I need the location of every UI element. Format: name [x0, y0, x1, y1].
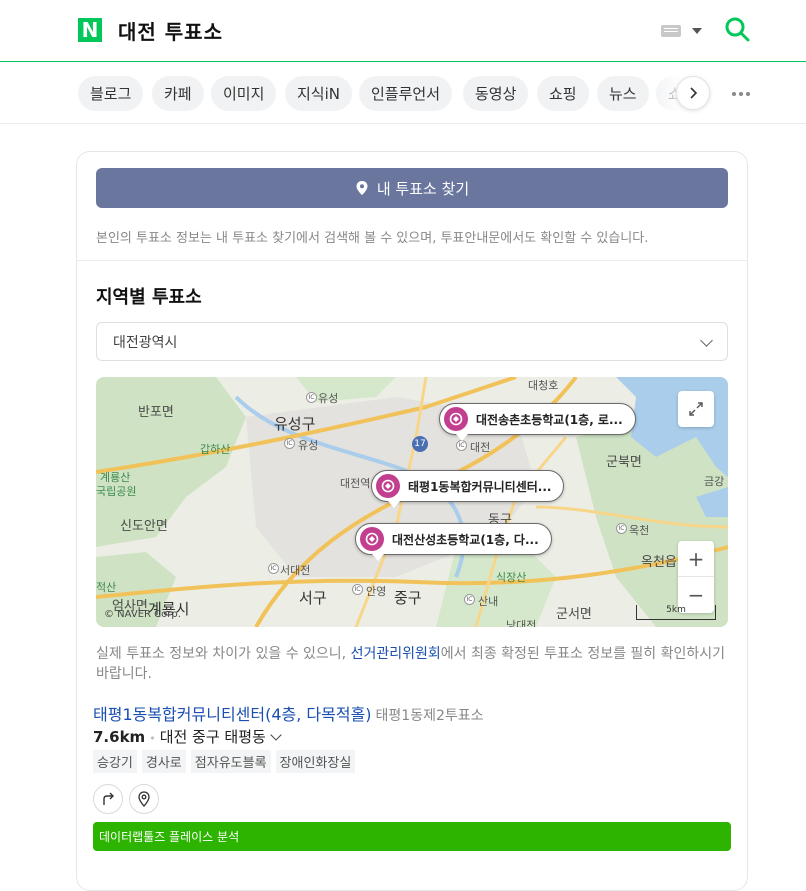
- result-title-link[interactable]: 태평1동복합커뮤니티센터(4층, 다목적홀): [93, 705, 372, 724]
- map-label-yuseong-ic: 유성: [318, 392, 339, 405]
- map-label-daejeon-ic: 대전: [470, 441, 491, 454]
- tab-influencer[interactable]: 인플루언서: [359, 76, 453, 111]
- more-options-icon[interactable]: [732, 92, 736, 96]
- vote-icon: [376, 474, 400, 498]
- map-pin-label: 대전송촌초등학교(1층, 로...: [476, 412, 623, 427]
- ic-icon: IC: [456, 440, 467, 451]
- tab-kin[interactable]: 지식iN: [285, 76, 352, 111]
- result-location-row[interactable]: 7.6km • 대전 중구 태평동: [93, 726, 282, 747]
- map-pin-label: 태평1동복합커뮤니티센터...: [408, 479, 552, 494]
- ic-icon: IC: [616, 523, 627, 534]
- map-label-seo-daejeon: 서대전: [280, 564, 311, 577]
- map-label-gunseo: 군서면: [556, 607, 592, 622]
- ic-icon: IC: [352, 584, 363, 595]
- tag-ramp: 경사로: [141, 750, 186, 773]
- map-label-gapha: 갑하산: [200, 443, 231, 456]
- map-label-geumgang: 금강: [704, 475, 725, 488]
- result-subtitle: 태평1동제2투표소: [375, 708, 484, 724]
- polling-station-map[interactable]: 반포면 유성구 IC 유성 IC 유성 갑하산 계룡산 국립공원 신도안면 IC…: [96, 377, 728, 627]
- tag-accessible-toilet: 장애인화장실: [275, 750, 356, 773]
- ic-icon: IC: [268, 563, 279, 574]
- map-label-gukrip: 국립공원: [96, 485, 137, 498]
- vote-icon: [360, 527, 384, 551]
- search-header: N 대전 투표소: [0, 0, 806, 62]
- map-scale: 5km: [636, 605, 716, 620]
- map-label-sikjang: 식장산: [496, 571, 527, 584]
- chevron-down-icon: [700, 334, 713, 347]
- tab-news[interactable]: 뉴스: [597, 76, 649, 111]
- map-label-okcheon-eup: 옥천읍: [641, 555, 677, 570]
- map-expand-button[interactable]: [678, 391, 714, 427]
- tab-image[interactable]: 이미지: [211, 76, 277, 111]
- zoom-in-button[interactable]: +: [678, 541, 714, 577]
- caret-down-icon[interactable]: [692, 28, 702, 34]
- map-label-sindoan: 신도안면: [120, 519, 168, 534]
- map-label-okcheon-ic: 옥천: [629, 524, 650, 537]
- chevron-down-icon: [270, 729, 282, 741]
- find-button-label: 내 투표소 찾기: [376, 179, 470, 198]
- map-label-anyeong: 안영: [366, 585, 387, 598]
- facility-tags: 승강기 경사로 점자유도블록 장애인화장실: [93, 750, 356, 773]
- map-label-daecheong: 대청호: [528, 379, 559, 392]
- map-location-button[interactable]: [129, 784, 159, 814]
- map-label-jeoksan: 적산: [96, 581, 117, 594]
- map-pin-sanseong[interactable]: 대전산성초등학교(1층, 다...: [355, 523, 552, 561]
- region-select[interactable]: 대전광역시: [96, 322, 728, 361]
- map-pin-label: 대전산성초등학교(1층, 다...: [392, 532, 539, 547]
- find-note: 본인의 투표소 정보는 내 투표소 찾기에서 검색해 볼 수 있으며, 투표안내…: [96, 231, 649, 246]
- result-address: 대전 중구 태평동: [159, 728, 266, 746]
- nec-link[interactable]: 선거관리위원회: [351, 646, 441, 662]
- map-label-banpo: 반포면: [138, 405, 174, 420]
- tab-blog[interactable]: 블로그: [78, 76, 144, 111]
- map-label-daejeon-station: 대전역: [340, 477, 371, 490]
- map-label-jung-gu: 중구: [394, 589, 422, 607]
- chevron-right-icon: [690, 87, 698, 99]
- location-pin-icon: [356, 181, 368, 195]
- map-label-yuseong-ic2: 유성: [298, 439, 319, 452]
- notice-before: 실제 투표소 정보와 차이가 있을 수 있으니,: [96, 646, 351, 662]
- location-pin-icon: [138, 791, 150, 807]
- ic-icon: IC: [284, 438, 295, 449]
- route-17-badge: 17: [412, 436, 428, 452]
- datalab-bar[interactable]: 데이터랩툴즈 플레이스 분석: [93, 822, 731, 851]
- region-select-value: 대전광역시: [113, 334, 178, 351]
- tabs-next-button[interactable]: [676, 76, 710, 110]
- keyboard-icon[interactable]: [661, 25, 681, 37]
- map-zoom-control: + −: [678, 541, 714, 613]
- result-distance: 7.6km: [93, 728, 146, 746]
- map-copyright: © NAVER Corp.: [104, 609, 181, 620]
- directions-icon: [103, 792, 114, 805]
- find-my-polling-station-button[interactable]: 내 투표소 찾기: [96, 168, 728, 208]
- map-pin-songchon[interactable]: 대전송촌초등학교(1층, 로...: [439, 403, 636, 441]
- tab-cafe[interactable]: 카페: [152, 76, 204, 111]
- search-query[interactable]: 대전 투표소: [118, 16, 223, 45]
- expand-icon: [689, 402, 703, 416]
- tag-braille-block: 점자유도블록: [190, 750, 271, 773]
- naver-logo[interactable]: N: [78, 18, 102, 42]
- map-pin-taepyeong[interactable]: 태평1동복합커뮤니티센터...: [371, 470, 565, 508]
- ic-icon: IC: [464, 594, 475, 605]
- map-label-gunbuk: 군북면: [606, 455, 642, 470]
- divider: [77, 260, 747, 261]
- tag-elevator: 승강기: [93, 750, 137, 773]
- map-label-seo-gu: 서구: [299, 589, 327, 607]
- directions-button[interactable]: [93, 784, 123, 814]
- section-title: 지역별 투표소: [96, 287, 202, 308]
- map-label-nangdae: 낭대전: [506, 619, 537, 627]
- map-label-yuseong-gu: 유성구: [274, 415, 316, 433]
- ic-icon: IC: [306, 392, 317, 403]
- map-label-sannae: 산내: [478, 595, 499, 608]
- tab-shopping[interactable]: 쇼핑: [537, 76, 589, 111]
- vote-icon: [444, 407, 468, 431]
- result-title-row: 태평1동복합커뮤니티센터(4층, 다목적홀) 태평1동제2투표소: [93, 701, 484, 725]
- tab-video[interactable]: 동영상: [463, 76, 529, 111]
- notice-text: 실제 투표소 정보와 차이가 있을 수 있으니, 선거관리위원회에서 최종 확정…: [96, 644, 726, 684]
- search-icon[interactable]: [724, 16, 750, 42]
